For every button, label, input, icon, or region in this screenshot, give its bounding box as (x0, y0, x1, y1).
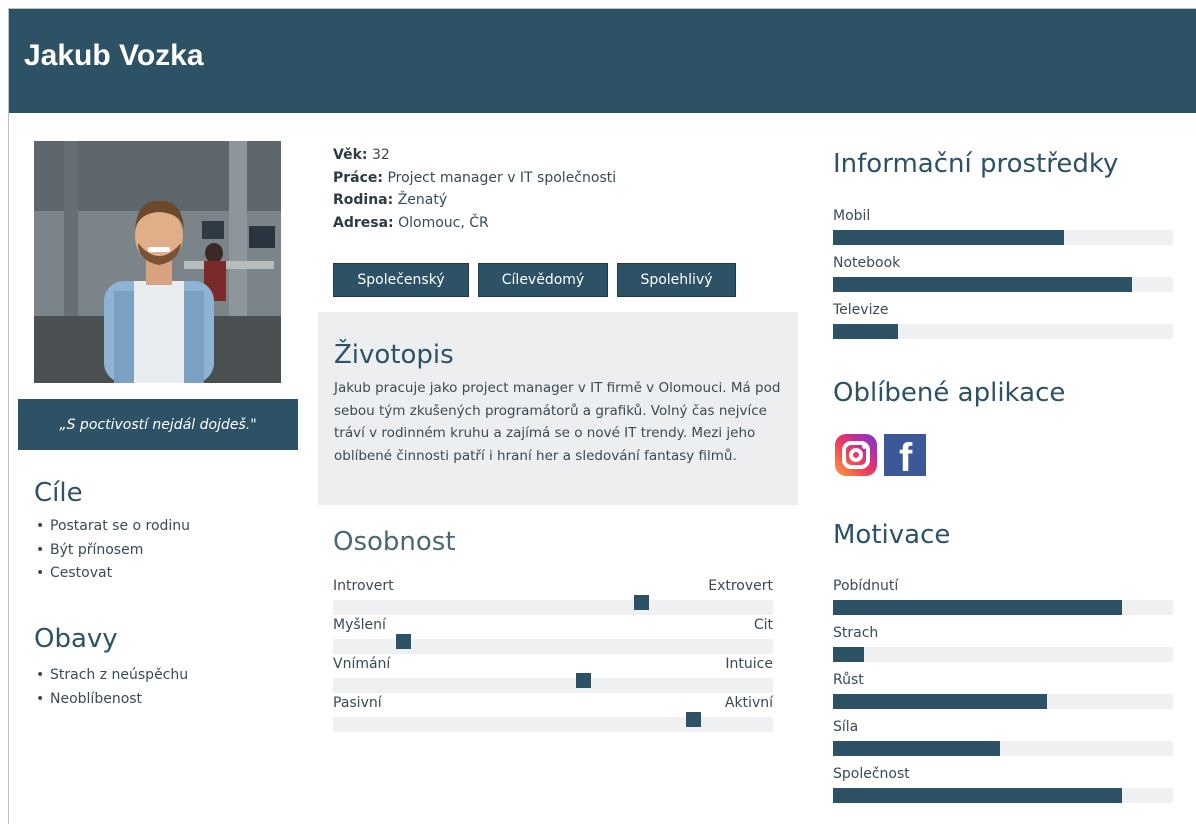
goals-title: Cíle (34, 478, 83, 508)
media-meter: Televize (833, 302, 1173, 347)
personality-scale: Introvert Extrovert (333, 578, 773, 618)
bio-panel: Životopis Jakub pracuje jako project man… (318, 312, 798, 505)
meter-label: Strach (833, 625, 879, 641)
meter-label: Notebook (833, 255, 901, 271)
concerns-list: Strach z neúspěchu Neoblíbenost (34, 664, 188, 711)
trait-tag: Společenský (333, 263, 469, 297)
scale-track (333, 600, 773, 615)
goals-list: Postarat se o rodinu Být přínosem Cestov… (34, 515, 190, 586)
scale-marker (576, 673, 591, 688)
motivation-meter: Síla (833, 719, 1173, 764)
personality-scale: Vnímání Intuice (333, 656, 773, 696)
meter-fill (833, 277, 1133, 292)
meter-label: Pobídnutí (833, 578, 899, 594)
media-meter: Mobil (833, 208, 1173, 253)
meter-track (833, 230, 1173, 245)
media-meter: Notebook (833, 255, 1173, 300)
personality-scale: Pasivní Aktivní (333, 695, 773, 735)
apps-title: Oblíbené aplikace (833, 378, 1066, 408)
personality-title: Osobnost (333, 527, 456, 557)
scale-right-label: Intuice (725, 656, 773, 672)
scale-right-label: Extrovert (708, 578, 773, 594)
fact-family: Rodina: Ženatý (333, 192, 448, 208)
motivation-title: Motivace (833, 520, 951, 550)
scale-right-label: Cit (753, 617, 773, 633)
persona-photo (34, 141, 281, 383)
scale-track (333, 717, 773, 732)
scale-track (333, 678, 773, 693)
personality-scale: Myšlení Cit (333, 617, 773, 657)
meter-track (833, 600, 1173, 615)
meter-label: Růst (833, 672, 864, 688)
meter-track (833, 647, 1173, 662)
app-icons: f (835, 434, 926, 476)
list-item: Strach z neúspěchu (34, 664, 188, 688)
photo-illustration (34, 141, 281, 383)
concerns-title: Obavy (34, 624, 118, 654)
instagram-icon (835, 434, 877, 476)
scale-marker (396, 634, 411, 649)
meter-track (833, 277, 1173, 292)
scale-right-label: Aktivní (724, 695, 773, 711)
bio-title: Životopis (334, 340, 454, 370)
motivation-meter: Strach (833, 625, 1173, 670)
meter-fill (833, 600, 1122, 615)
fact-address: Adresa: Olomouc, ČR (333, 214, 489, 231)
list-item: Cestovat (34, 562, 190, 586)
scale-marker (634, 595, 649, 610)
meter-fill (833, 324, 898, 339)
header-banner: Jakub Vozka (9, 9, 1196, 113)
meter-fill (833, 741, 1000, 756)
trait-tag: Cílevědomý (478, 263, 608, 297)
bio-text: Jakub pracuje jako project manager v IT … (334, 380, 781, 464)
motivation-meter: Růst (833, 672, 1173, 717)
meter-track (833, 324, 1173, 339)
trait-tags: Společenský Cílevědomý Spolehlivý (333, 263, 736, 297)
list-item: Být přínosem (34, 539, 190, 563)
meter-label: Společnost (833, 766, 910, 782)
scale-marker (686, 712, 701, 727)
facebook-icon: f (884, 434, 926, 476)
fact-age: Věk: 32 (333, 147, 390, 163)
trait-tag: Spolehlivý (617, 263, 736, 297)
meter-label: Mobil (833, 208, 871, 224)
scale-left-label: Vnímání (333, 656, 391, 672)
persona-facts: Věk: 32 Práce: Project manager v IT spol… (333, 144, 616, 234)
media-title: Informační prostředky (833, 149, 1119, 179)
meter-track (833, 788, 1173, 803)
meter-label: Televize (833, 302, 889, 318)
meter-fill (833, 788, 1122, 803)
list-item: Neoblíbenost (34, 688, 188, 712)
list-item: Postarat se o rodinu (34, 515, 190, 539)
motivation-meter: Pobídnutí (833, 578, 1173, 623)
meter-fill (833, 694, 1048, 709)
meter-fill (833, 647, 864, 662)
fact-job: Práce: Project manager v IT společnosti (333, 169, 617, 186)
meter-track (833, 741, 1173, 756)
meter-label: Síla (833, 719, 859, 735)
meter-fill (833, 230, 1065, 245)
scale-left-label: Introvert (333, 578, 394, 594)
persona-name: Jakub Vozka (24, 39, 204, 72)
motivation-meter: Společnost (833, 766, 1173, 811)
meter-track (833, 694, 1173, 709)
persona-quote: „S poctivostí nejdál dojdeš." (18, 399, 298, 450)
scale-left-label: Pasivní (333, 695, 382, 711)
scale-left-label: Myšlení (333, 617, 386, 633)
